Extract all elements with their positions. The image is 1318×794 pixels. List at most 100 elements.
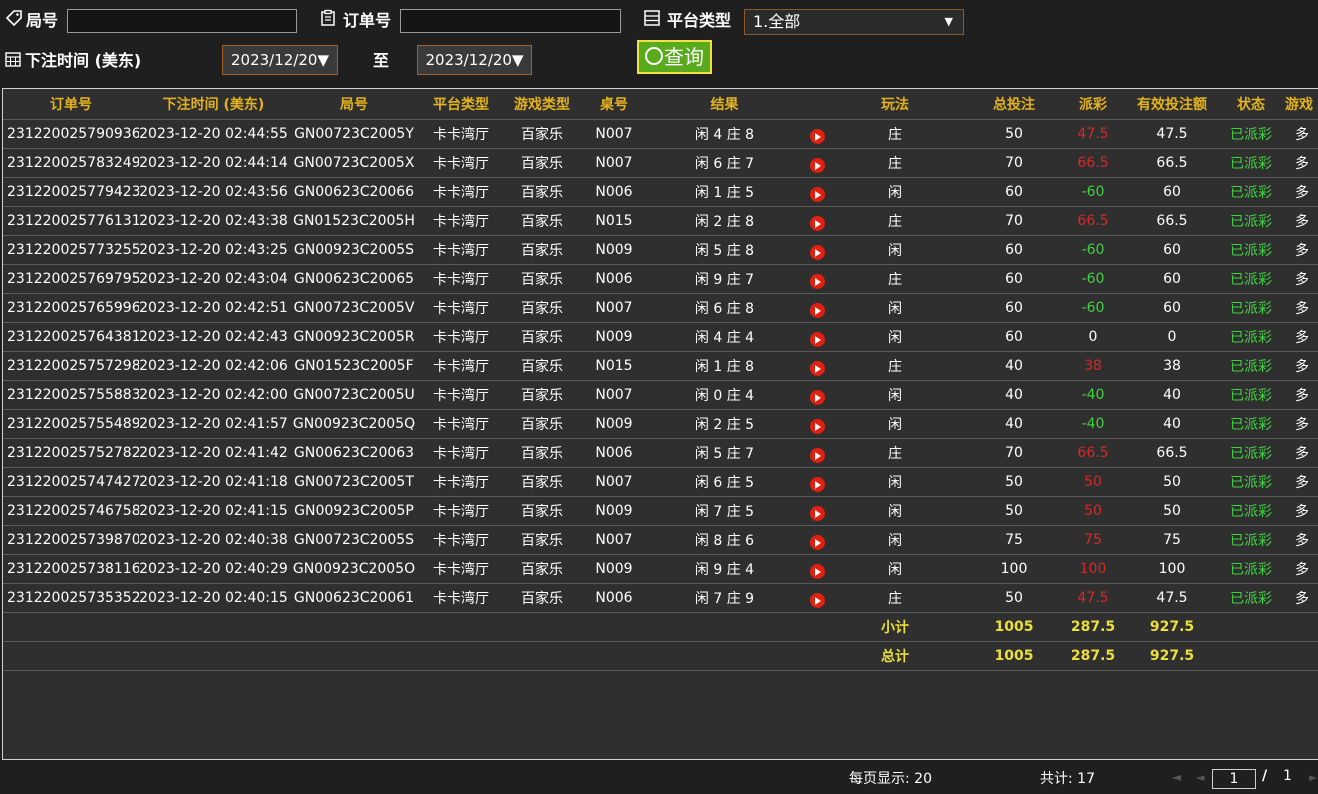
ju-input[interactable] (67, 9, 297, 33)
col-result[interactable]: 结果 (646, 89, 803, 120)
cell-video[interactable] (803, 525, 831, 555)
play-icon[interactable] (809, 563, 825, 579)
cell-game: 多 (1275, 177, 1318, 207)
cell-table-no: N007 (582, 525, 646, 555)
play-icon[interactable] (809, 215, 825, 231)
cell-video[interactable] (803, 264, 831, 294)
page-separator: / (1262, 768, 1268, 784)
table-row[interactable]: 231220025755883 2023-12-20 02:42:00 GN0072… (3, 380, 1318, 410)
cell-video[interactable] (803, 177, 831, 207)
cell-video[interactable] (803, 409, 831, 439)
cell-table-no: N015 (582, 351, 646, 381)
table-row[interactable]: 231220025755489 2023-12-20 02:41:57 GN0092… (3, 409, 1318, 439)
table-row[interactable]: 231220025776131 2023-12-20 02:43:38 GN0152… (3, 206, 1318, 236)
date-to-picker[interactable]: 2023/12/20▼ (417, 45, 532, 75)
col-game[interactable]: 游戏 (1275, 89, 1318, 120)
cell-game-type: 百家乐 (502, 554, 582, 584)
cell-platform: 卡卡湾厅 (420, 293, 502, 323)
table-row[interactable]: 231220025773255 2023-12-20 02:43:25 GN0092… (3, 235, 1318, 265)
page-number-input[interactable]: 1 (1212, 769, 1256, 789)
cell-payout: -60 (1069, 177, 1117, 207)
cell-video[interactable] (803, 554, 831, 584)
platform-select[interactable]: 1.全部 ▼ (744, 9, 964, 35)
tag-icon (5, 10, 22, 27)
cell-bet-time: 2023-12-20 02:44:55 (139, 119, 288, 149)
play-icon[interactable] (809, 157, 825, 173)
cell-video[interactable] (803, 206, 831, 236)
next-page-icon[interactable]: ► (1309, 771, 1317, 784)
table-row[interactable]: 231220025790936 2023-12-20 02:44:55 GN0072… (3, 119, 1318, 149)
col-bet-time[interactable]: 下注时间 (美东) (139, 89, 288, 120)
cell-table-no: N006 (582, 583, 646, 613)
table-row[interactable]: 231220025764381 2023-12-20 02:42:43 GN0092… (3, 322, 1318, 352)
cell-video[interactable] (803, 322, 831, 352)
table-row[interactable]: 231220025765996 2023-12-20 02:42:51 GN0072… (3, 293, 1318, 323)
table-row[interactable]: 231220025746758 2023-12-20 02:41:15 GN0092… (3, 496, 1318, 526)
col-platform[interactable]: 平台类型 (420, 89, 502, 120)
cell-result: 闲 5 庄 8 (646, 235, 803, 265)
cell-video[interactable] (803, 235, 831, 265)
prev-page-icon[interactable]: ◄ (1196, 771, 1204, 784)
col-order-no[interactable]: 订单号 (3, 89, 139, 120)
col-total-bet[interactable]: 总投注 (959, 89, 1069, 120)
cell-video[interactable] (803, 438, 831, 468)
col-round-no[interactable]: 局号 (288, 89, 420, 120)
cell-valid-bet: 40 (1117, 380, 1227, 410)
col-play[interactable]: 玩法 (831, 89, 959, 120)
play-icon[interactable] (809, 418, 825, 434)
cell-round-no: GN00623C20066 (288, 177, 420, 207)
play-icon[interactable] (809, 360, 825, 376)
table-row[interactable]: 231220025735352 2023-12-20 02:40:15 GN0062… (3, 583, 1318, 613)
cell-video[interactable] (803, 583, 831, 613)
cell-table-no: N015 (582, 206, 646, 236)
table-row[interactable]: 231220025747427 2023-12-20 02:41:18 GN0072… (3, 467, 1318, 497)
cell-game: 多 (1275, 554, 1318, 584)
play-icon[interactable] (809, 389, 825, 405)
cell-table-no: N009 (582, 409, 646, 439)
play-icon[interactable] (809, 244, 825, 260)
cell-order-no: 231220025739870 (3, 525, 139, 555)
first-page-icon[interactable]: ◄ (1172, 770, 1181, 784)
table-row[interactable]: 231220025739870 2023-12-20 02:40:38 GN0072… (3, 525, 1318, 555)
play-icon[interactable] (809, 128, 825, 144)
cell-video[interactable] (803, 380, 831, 410)
play-icon[interactable] (809, 592, 825, 608)
cell-video[interactable] (803, 351, 831, 381)
play-icon[interactable] (809, 476, 825, 492)
play-icon[interactable] (809, 331, 825, 347)
play-icon[interactable] (809, 186, 825, 202)
table-row[interactable]: 231220025757298 2023-12-20 02:42:06 GN0152… (3, 351, 1318, 381)
table-row[interactable]: 231220025752782 2023-12-20 02:41:42 GN0062… (3, 438, 1318, 468)
play-icon[interactable] (809, 273, 825, 289)
table-row[interactable]: 231220025769795 2023-12-20 02:43:04 GN0062… (3, 264, 1318, 294)
table-row[interactable]: 231220025779423 2023-12-20 02:43:56 GN0062… (3, 177, 1318, 207)
col-valid-bet[interactable]: 有效投注额 (1117, 89, 1227, 120)
col-table-no[interactable]: 桌号 (582, 89, 646, 120)
cell-game-type: 百家乐 (502, 467, 582, 497)
date-from-picker[interactable]: 2023/12/20▼ (222, 45, 338, 75)
cell-video[interactable] (803, 119, 831, 149)
play-icon[interactable] (809, 302, 825, 318)
table-row[interactable]: 231220025738116 2023-12-20 02:40:29 GN0092… (3, 554, 1318, 584)
order-input[interactable] (400, 9, 621, 33)
table-row[interactable]: 231220025783249 2023-12-20 02:44:14 GN0072… (3, 148, 1318, 178)
platform-select-value: 1.全部 (753, 12, 801, 31)
cell-video[interactable] (803, 148, 831, 178)
cell-video[interactable] (803, 293, 831, 323)
cell-bet-time: 2023-12-20 02:41:18 (139, 467, 288, 497)
cell-result: 闲 1 庄 5 (646, 177, 803, 207)
col-payout[interactable]: 派彩 (1069, 89, 1117, 120)
chevron-down-icon: ▼ (944, 15, 953, 28)
query-button[interactable]: 查询 (637, 40, 712, 74)
cell-valid-bet: 60 (1117, 293, 1227, 323)
time-label: 下注时间 (美东) (25, 51, 142, 70)
cell-game-type: 百家乐 (502, 322, 582, 352)
cell-video[interactable] (803, 496, 831, 526)
col-status[interactable]: 状态 (1227, 89, 1275, 120)
col-game-type[interactable]: 游戏类型 (502, 89, 582, 120)
play-icon[interactable] (809, 505, 825, 521)
play-icon[interactable] (809, 534, 825, 550)
play-icon[interactable] (809, 447, 825, 463)
cell-video[interactable] (803, 467, 831, 497)
cell-valid-bet: 60 (1117, 264, 1227, 294)
